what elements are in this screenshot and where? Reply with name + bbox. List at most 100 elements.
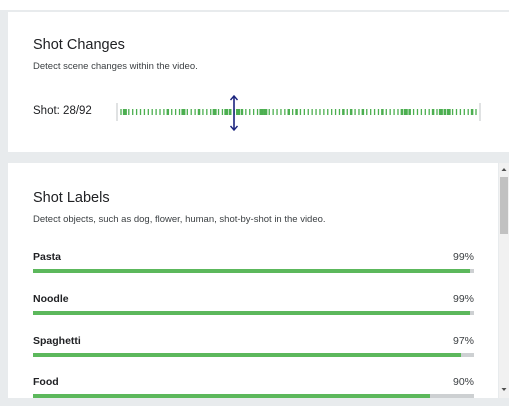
shot-tick[interactable] bbox=[403, 109, 408, 115]
shot-tick[interactable] bbox=[377, 109, 380, 115]
shot-tick[interactable] bbox=[245, 109, 247, 115]
shot-tick[interactable] bbox=[400, 109, 404, 115]
shot-tick[interactable] bbox=[389, 109, 391, 115]
shot-tick[interactable] bbox=[470, 109, 474, 115]
shot-tick[interactable] bbox=[263, 109, 268, 115]
scroll-up-arrow[interactable] bbox=[499, 165, 509, 177]
shot-tick[interactable] bbox=[159, 109, 161, 115]
shot-tick[interactable] bbox=[455, 109, 458, 115]
shot-tick[interactable] bbox=[194, 109, 196, 115]
shot-tick[interactable] bbox=[443, 109, 447, 115]
shot-tick[interactable] bbox=[385, 109, 387, 115]
shot-tick[interactable] bbox=[217, 109, 220, 115]
shot-tick[interactable] bbox=[256, 109, 259, 115]
shot-tick[interactable] bbox=[143, 109, 146, 115]
shot-tick[interactable] bbox=[361, 109, 365, 115]
shot-tick[interactable] bbox=[284, 109, 286, 115]
shot-tick[interactable] bbox=[334, 109, 337, 115]
shot-tick[interactable] bbox=[252, 109, 255, 115]
shot-tick[interactable] bbox=[303, 109, 305, 115]
shot-tick[interactable] bbox=[190, 109, 192, 115]
shot-tick[interactable] bbox=[459, 109, 462, 115]
vertical-resize-arrow-icon[interactable] bbox=[229, 94, 239, 132]
shot-tick[interactable] bbox=[295, 109, 298, 115]
shot-tick[interactable] bbox=[354, 109, 356, 115]
shot-tick[interactable] bbox=[276, 109, 278, 115]
shot-tick[interactable] bbox=[475, 109, 477, 115]
shot-tick[interactable] bbox=[370, 109, 372, 115]
shot-tick[interactable] bbox=[315, 109, 317, 115]
shot-tick[interactable] bbox=[135, 109, 138, 115]
shot-tick[interactable] bbox=[307, 109, 309, 115]
shot-tick[interactable] bbox=[397, 109, 399, 115]
shot-tick[interactable] bbox=[120, 109, 122, 115]
shot-tick[interactable] bbox=[197, 109, 201, 115]
shot-tick[interactable] bbox=[186, 109, 188, 115]
shot-tick[interactable] bbox=[174, 109, 177, 115]
shot-timeline-ticks[interactable] bbox=[116, 101, 481, 123]
shot-tick[interactable] bbox=[467, 109, 469, 115]
shot-tick[interactable] bbox=[139, 109, 142, 115]
shot-tick[interactable] bbox=[202, 109, 204, 115]
shot-tick[interactable] bbox=[358, 109, 360, 115]
shot-tick[interactable] bbox=[147, 109, 149, 115]
scroll-thumb[interactable] bbox=[500, 177, 508, 234]
shot-tick[interactable] bbox=[171, 109, 173, 115]
shot-tick[interactable] bbox=[292, 109, 294, 115]
triangle-up-icon[interactable] bbox=[499, 165, 509, 173]
timeline-scrubber-handle[interactable] bbox=[229, 94, 239, 132]
shot-tick[interactable] bbox=[122, 109, 127, 115]
shot-tick[interactable] bbox=[280, 109, 282, 115]
shot-tick[interactable] bbox=[249, 109, 251, 115]
shot-tick[interactable] bbox=[240, 109, 244, 115]
shot-tick[interactable] bbox=[420, 109, 423, 115]
shot-tick[interactable] bbox=[132, 109, 134, 115]
shot-tick[interactable] bbox=[299, 109, 302, 115]
shot-tick[interactable] bbox=[323, 109, 325, 115]
label-row-spaghetti[interactable]: Spaghetti 97% bbox=[33, 335, 474, 365]
shot-tick[interactable] bbox=[272, 109, 274, 115]
shot-tick[interactable] bbox=[373, 109, 376, 115]
shot-tick[interactable] bbox=[446, 109, 451, 115]
shot-tick[interactable] bbox=[451, 109, 454, 115]
shot-tick[interactable] bbox=[163, 109, 165, 115]
shot-tick[interactable] bbox=[342, 109, 345, 115]
shot-tick[interactable] bbox=[428, 109, 430, 115]
shot-tick[interactable] bbox=[366, 109, 368, 115]
shot-tick[interactable] bbox=[412, 109, 415, 115]
labels-scrollbar[interactable] bbox=[499, 163, 509, 398]
shot-tick[interactable] bbox=[224, 109, 229, 115]
shot-tick[interactable] bbox=[436, 109, 438, 115]
shot-tick[interactable] bbox=[349, 109, 353, 115]
shot-tick[interactable] bbox=[210, 109, 212, 115]
scroll-down-arrow[interactable] bbox=[499, 386, 509, 398]
shot-tick[interactable] bbox=[268, 109, 270, 115]
triangle-down-icon[interactable] bbox=[499, 386, 509, 394]
shot-tick[interactable] bbox=[166, 109, 170, 115]
shot-tick[interactable] bbox=[155, 109, 157, 115]
shot-tick[interactable] bbox=[331, 109, 333, 115]
shot-tick[interactable] bbox=[438, 109, 443, 115]
shot-tick[interactable] bbox=[311, 109, 313, 115]
shot-tick[interactable] bbox=[181, 109, 186, 115]
shot-tick[interactable] bbox=[416, 109, 419, 115]
shot-tick[interactable] bbox=[178, 109, 181, 115]
shot-tick[interactable] bbox=[259, 109, 264, 115]
shot-tick[interactable] bbox=[212, 109, 217, 115]
shot-timeline[interactable] bbox=[116, 101, 481, 123]
shot-tick[interactable] bbox=[463, 109, 465, 115]
label-row-pasta[interactable]: Pasta 99% bbox=[33, 251, 474, 281]
shot-tick[interactable] bbox=[128, 109, 130, 115]
shot-tick[interactable] bbox=[206, 109, 208, 115]
shot-tick[interactable] bbox=[327, 109, 329, 115]
shot-tick[interactable] bbox=[408, 109, 411, 115]
shot-tick[interactable] bbox=[221, 109, 224, 115]
shot-tick[interactable] bbox=[424, 109, 426, 115]
label-row-food[interactable]: Food 90% bbox=[33, 376, 474, 406]
shot-tick[interactable] bbox=[151, 109, 153, 115]
shot-tick[interactable] bbox=[431, 109, 435, 115]
shot-tick[interactable] bbox=[346, 109, 348, 115]
shot-tick[interactable] bbox=[338, 109, 341, 115]
shot-tick[interactable] bbox=[287, 109, 291, 115]
shot-tick[interactable] bbox=[319, 109, 321, 115]
